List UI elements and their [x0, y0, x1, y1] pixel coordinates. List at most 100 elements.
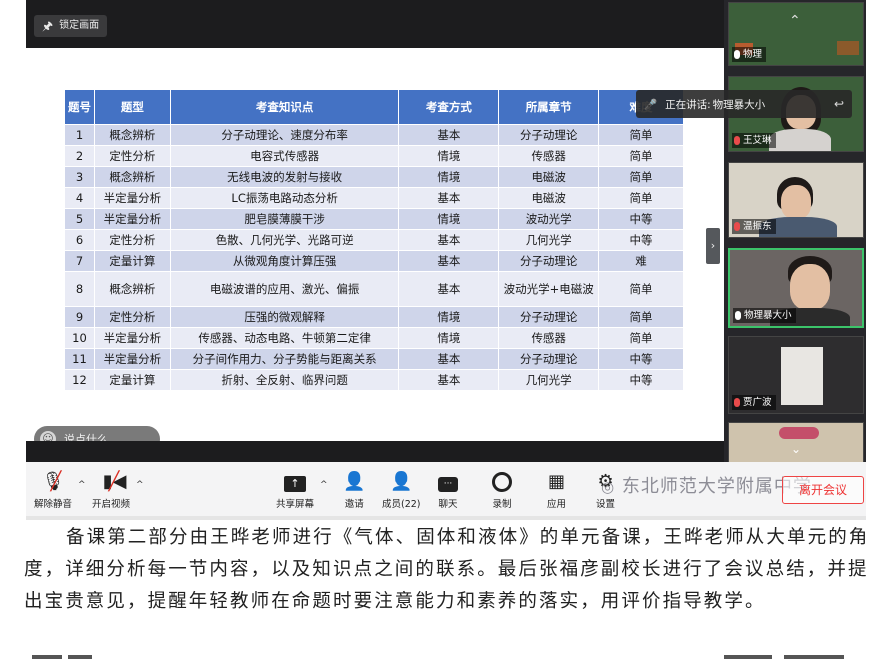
speaking-name: 物理暴大小: [712, 98, 766, 111]
members-label: 成员(22): [382, 499, 421, 510]
header-cell: 考查方式: [398, 89, 500, 125]
person-face: [781, 185, 811, 219]
table-cell: 传感器、动态电路、牛顿第二定律: [169, 327, 400, 349]
table-cell: 中等: [598, 229, 684, 251]
participant-label: 物理: [732, 47, 767, 62]
members-button[interactable]: 👤 成员(22): [382, 468, 421, 511]
table-row: 11 半定量分析 分子间作用力、分子势能与距离关系 基本 分子动理论 中等: [64, 348, 684, 370]
table-cell: 简单: [598, 187, 684, 209]
table-cell: 简单: [598, 166, 684, 188]
table-cell: 概念辨析: [93, 124, 171, 146]
chat-input[interactable]: ☺ 说点什么...: [34, 426, 160, 441]
collapse-panel-button[interactable]: ›: [706, 228, 720, 264]
table-cell: 8: [64, 271, 95, 307]
share-options-caret-icon[interactable]: ^: [320, 480, 328, 490]
table-row: 3 概念辨析 无线电波的发射与接收 情境 电磁波 简单: [64, 166, 684, 188]
content-divider: [26, 516, 866, 520]
table-cell: 基本: [398, 250, 500, 272]
members-icon: 👤: [390, 471, 413, 492]
table-cell: 7: [64, 250, 95, 272]
table-cell: 基本: [398, 348, 500, 370]
scroll-down-icon[interactable]: ⌄: [791, 442, 801, 456]
apps-button[interactable]: ▦ 应用: [547, 468, 567, 511]
table-cell: 分子间作用力、分子势能与距离关系: [169, 348, 400, 370]
start-video-button[interactable]: ▮◀╱ 开启视频: [92, 468, 131, 511]
table-cell: 无线电波的发射与接收: [169, 166, 400, 188]
table-cell: 简单: [598, 124, 684, 146]
school-watermark: ◎ 东北师范大学附属中学: [601, 472, 812, 498]
table-cell: 传感器: [498, 327, 600, 349]
back-arrow-icon[interactable]: ↩: [834, 97, 844, 111]
table-cell: 简单: [598, 271, 684, 307]
participant-tile-active-speaker[interactable]: 物理暴大小: [728, 248, 864, 328]
table-cell: 半定量分析: [93, 187, 171, 209]
table-cell: 情境: [398, 306, 500, 328]
table-cell: 情境: [398, 208, 500, 230]
video-options-caret-icon[interactable]: ^: [136, 480, 144, 490]
mic-icon: [735, 311, 741, 320]
record-icon: [492, 472, 512, 492]
lock-screen-label: 锁定画面: [59, 20, 100, 31]
apps-label: 应用: [547, 499, 567, 510]
unmute-button[interactable]: 🎙╱ 解除静音: [34, 468, 72, 511]
mic-muted-icon: [734, 222, 740, 231]
participant-tile[interactable]: ⌃ 物理: [728, 2, 864, 66]
participant-tile[interactable]: 温振东: [728, 162, 864, 238]
record-button[interactable]: 录制: [492, 468, 512, 510]
exam-analysis-table: 题号 题型 考查知识点 考查方式 所属章节 难度 1概念辨析分子动理论、速度分布…: [64, 89, 684, 391]
table-row: 5 半定量分析 肥皂膜薄膜干涉 情境 波动光学 中等: [64, 208, 684, 230]
table-cell: 情境: [398, 145, 500, 167]
table-cell: 11: [64, 348, 95, 370]
start-video-label: 开启视频: [92, 499, 131, 510]
flower-graphic: [779, 427, 819, 439]
scroll-up-icon[interactable]: ⌃: [789, 13, 801, 29]
table-row: 7 定量计算 从微观角度计算压强 基本 分子动理论难: [64, 250, 684, 272]
table-cell: 12: [64, 369, 95, 391]
mic-muted-icon: [734, 136, 740, 145]
table-cell: 几何光学: [498, 369, 600, 391]
header-cell: 所属章节: [498, 89, 600, 125]
table-cell: 基本: [398, 271, 500, 307]
table-cell: 电磁波谱的应用、激光、偏振: [169, 271, 400, 307]
table-cell: 定量计算: [93, 369, 171, 391]
invite-label: 邀请: [344, 499, 364, 510]
emoji-icon[interactable]: ☺: [40, 431, 56, 441]
audio-options-caret-icon[interactable]: ^: [78, 480, 86, 490]
table-cell: 传感器: [498, 145, 600, 167]
next-line-cutoff: [24, 655, 864, 659]
table-cell: 分子动理论: [498, 306, 600, 328]
meeting-toolbar: 🎙╱ 解除静音 ^ ▮◀╱ 开启视频 ^ ↑ 共享屏幕 ^ 👤 邀请 👤 成员(…: [26, 462, 866, 516]
table-row: 9 定性分析 压强的微观解释 情境 分子动理论 简单: [64, 306, 684, 328]
table-cell: 半定量分析: [93, 208, 171, 230]
invite-button[interactable]: 👤 邀请: [343, 468, 365, 511]
table-cell: 色散、几何光学、光路可逆: [169, 229, 400, 251]
share-screen-button[interactable]: ↑ 共享屏幕: [276, 468, 314, 510]
table-cell: 基本: [398, 124, 500, 146]
table-cell: 分子动理论: [498, 348, 600, 370]
chat-button[interactable]: ··· 聊天: [438, 468, 458, 510]
table-row: 6 定性分析 色散、几何光学、光路可逆 基本 几何光学 中等: [64, 229, 684, 251]
mic-muted-icon: 🎙╱: [41, 471, 65, 492]
speaking-prefix: 正在讲话:: [665, 98, 711, 111]
participant-tile[interactable]: 贾广波: [728, 336, 864, 414]
table-cell: 9: [64, 306, 95, 328]
participant-tile[interactable]: ⌄: [728, 422, 864, 462]
table-cell: 简单: [598, 306, 684, 328]
table-row: 4 半定量分析 LC振荡电路动态分析 基本 电磁波 简单: [64, 187, 684, 209]
table-cell: 简单: [598, 327, 684, 349]
lock-screen-button[interactable]: 🖈 锁定画面: [34, 15, 108, 37]
table-cell: 基本: [398, 187, 500, 209]
table-cell: 定性分析: [93, 229, 171, 251]
table-cell: 基本: [398, 369, 500, 391]
table-cell: 分子动理论: [498, 124, 600, 146]
settings-label: 设置: [596, 499, 616, 510]
apps-grid-icon: ▦: [548, 471, 566, 492]
participant-label: 物理暴大小: [733, 308, 796, 323]
leave-meeting-button[interactable]: 离开会议: [782, 476, 864, 504]
table-cell: 中等: [598, 348, 684, 370]
person-body: [769, 129, 831, 151]
table-body: 1 概念辨析 分子动理论、速度分布率 基本 分子动理论 简单 2 定性分析 电容式传感器 情境 传感…: [64, 124, 684, 391]
share-screen-icon: ↑: [284, 476, 306, 492]
header-cell: 考查知识点: [169, 89, 400, 125]
table-cell: 定性分析: [93, 306, 171, 328]
